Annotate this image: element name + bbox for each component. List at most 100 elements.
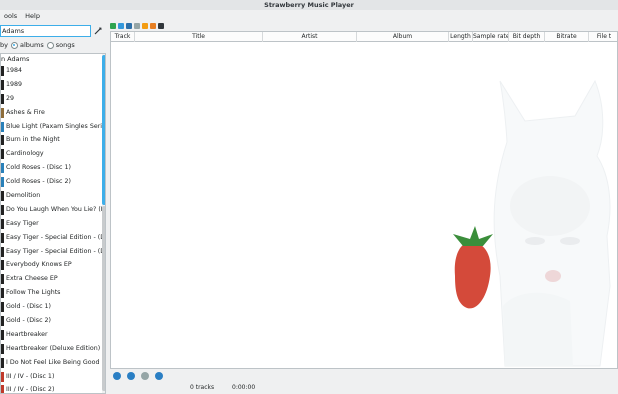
playlist-toolbar	[110, 20, 618, 31]
album-cover-thumb	[1, 329, 4, 340]
album-item[interactable]: 1989	[1, 78, 105, 92]
col-sample-rate[interactable]: Sample rate	[473, 32, 509, 42]
album-label: Everybody Knows EP	[6, 261, 72, 269]
play-icon[interactable]	[127, 371, 135, 380]
clear-search-icon[interactable]	[93, 26, 103, 36]
previous-icon[interactable]	[113, 371, 121, 380]
album-cover-thumb	[1, 163, 4, 174]
album-cover-thumb	[1, 204, 4, 215]
album-cover-thumb	[1, 343, 4, 354]
group-by-label: by	[0, 41, 8, 49]
col-track[interactable]: Track	[111, 32, 135, 42]
menu-tools[interactable]: ools	[0, 10, 21, 22]
album-item[interactable]: Heartbreaker	[1, 328, 105, 342]
album-item[interactable]: Easy Tiger - Special Edition - (Disc 2)	[1, 245, 105, 259]
album-label: Blue Light (Paxam Singles Series, Vo...	[6, 122, 105, 130]
album-cover-thumb	[1, 93, 4, 104]
next-icon[interactable]	[155, 371, 163, 380]
album-item[interactable]: Blue Light (Paxam Singles Series, Vo...	[1, 120, 105, 134]
tree-scrollbar-thumb[interactable]	[102, 55, 105, 205]
album-item[interactable]: Heartbreaker (Deluxe Edition)	[1, 342, 105, 356]
col-file-type[interactable]: File t	[589, 32, 617, 42]
tree-scrollbar-track[interactable]	[102, 206, 105, 391]
album-item[interactable]: Gold - (Disc 2)	[1, 314, 105, 328]
album-cover-thumb	[1, 218, 4, 229]
menu-help[interactable]: Help	[21, 10, 44, 22]
album-cover-thumb	[1, 316, 4, 327]
album-item[interactable]: Gold - (Disc 1)	[1, 300, 105, 314]
album-cover-thumb	[1, 135, 4, 146]
album-cover-thumb	[1, 232, 4, 243]
tree-artist[interactable]: n Adams	[1, 54, 105, 64]
album-item[interactable]: Easy Tiger	[1, 217, 105, 231]
dynamic-icon[interactable]	[158, 22, 164, 29]
album-cover-thumb	[1, 274, 4, 285]
album-cover-thumb	[1, 288, 4, 299]
albums-radio-label[interactable]: albums	[20, 41, 44, 49]
albums-radio[interactable]	[10, 41, 18, 49]
songs-radio[interactable]	[46, 41, 54, 49]
col-length[interactable]: Length	[449, 32, 473, 42]
album-item[interactable]: 29	[1, 92, 105, 106]
album-item[interactable]: Cardinology	[1, 147, 105, 161]
playlist-view[interactable]: Track Title Artist Album Length Sample r…	[110, 31, 618, 369]
album-item[interactable]: Burn in the Night	[1, 133, 105, 147]
album-label: Do You Laugh When You Lie? (Pax A...	[6, 205, 105, 213]
album-label: 1984	[6, 67, 23, 74]
album-item[interactable]: Follow The Lights	[1, 286, 105, 300]
album-label: 29	[6, 94, 15, 102]
col-album[interactable]: Album	[357, 32, 449, 42]
album-item[interactable]: Extra Cheese EP	[1, 272, 105, 286]
col-title[interactable]: Title	[135, 32, 263, 42]
album-item[interactable]: III / IV - (Disc 2)	[1, 383, 105, 393]
album-label: III / IV - (Disc 1)	[6, 372, 55, 380]
album-cover-thumb	[1, 260, 4, 271]
clear-icon[interactable]	[134, 22, 140, 29]
album-item[interactable]: III / IV - (Disc 1)	[1, 370, 105, 384]
album-cover-thumb	[1, 149, 4, 160]
album-label: Easy Tiger - Special Edition - (Disc 1)	[6, 233, 105, 241]
album-cover-thumb	[1, 371, 4, 382]
window-title: Strawberry Music Player	[0, 0, 618, 10]
col-bitrate[interactable]: Bitrate	[545, 32, 589, 42]
collection-search: Adams	[0, 25, 106, 37]
album-label: Easy Tiger - Special Edition - (Disc 2)	[6, 247, 105, 255]
album-item[interactable]: 1984	[1, 64, 105, 78]
album-label: Gold - (Disc 2)	[6, 317, 52, 325]
album-item[interactable]: Easy Tiger - Special Edition - (Disc 1)	[1, 231, 105, 245]
album-item[interactable]: Everybody Knows EP	[1, 258, 105, 272]
album-label: Easy Tiger	[6, 219, 39, 227]
album-label: 1989	[6, 80, 23, 88]
tree-scrollbar[interactable]	[102, 54, 105, 393]
album-item[interactable]: Ashes & Fire	[1, 106, 105, 120]
album-item[interactable]: Cold Roses - (Disc 1)	[1, 161, 105, 175]
album-item[interactable]: I Do Not Feel Like Being Good	[1, 356, 105, 370]
album-label: Extra Cheese EP	[6, 275, 58, 283]
undo-icon[interactable]	[142, 22, 148, 29]
album-label: Heartbreaker (Deluxe Edition)	[6, 344, 101, 352]
songs-radio-label[interactable]: songs	[56, 41, 75, 49]
redo-icon[interactable]	[150, 22, 156, 29]
add-icon[interactable]	[110, 22, 116, 29]
album-label: Cold Roses - (Disc 2)	[6, 178, 71, 186]
album-label: Gold - (Disc 1)	[6, 303, 52, 311]
col-bit-depth[interactable]: Bit depth	[509, 32, 545, 42]
album-item[interactable]: Demolition	[1, 189, 105, 203]
album-list: 1984 1989 29 Ashes & Fire Blue Light (Paxam …	[1, 64, 105, 393]
track-count: 0 tracks	[190, 384, 215, 391]
playlist-header: Track Title Artist Album Length Sample r…	[111, 32, 617, 42]
album-cover-thumb	[1, 385, 4, 393]
album-item[interactable]: Cold Roses - (Disc 2)	[1, 175, 105, 189]
album-cover-thumb	[1, 79, 4, 90]
load-icon[interactable]	[118, 22, 124, 29]
album-cover-thumb	[1, 357, 4, 368]
status-bar: 0 tracks 0:00:00	[110, 382, 618, 394]
album-label: Heartbreaker	[6, 330, 48, 338]
search-input[interactable]: Adams	[0, 25, 91, 37]
album-cover-thumb	[1, 107, 4, 118]
group-by-row: by albums songs	[0, 39, 106, 51]
album-item[interactable]: Do You Laugh When You Lie? (Pax A...	[1, 203, 105, 217]
save-icon[interactable]	[126, 22, 132, 29]
col-artist[interactable]: Artist	[263, 32, 357, 42]
stop-icon[interactable]	[141, 371, 149, 380]
